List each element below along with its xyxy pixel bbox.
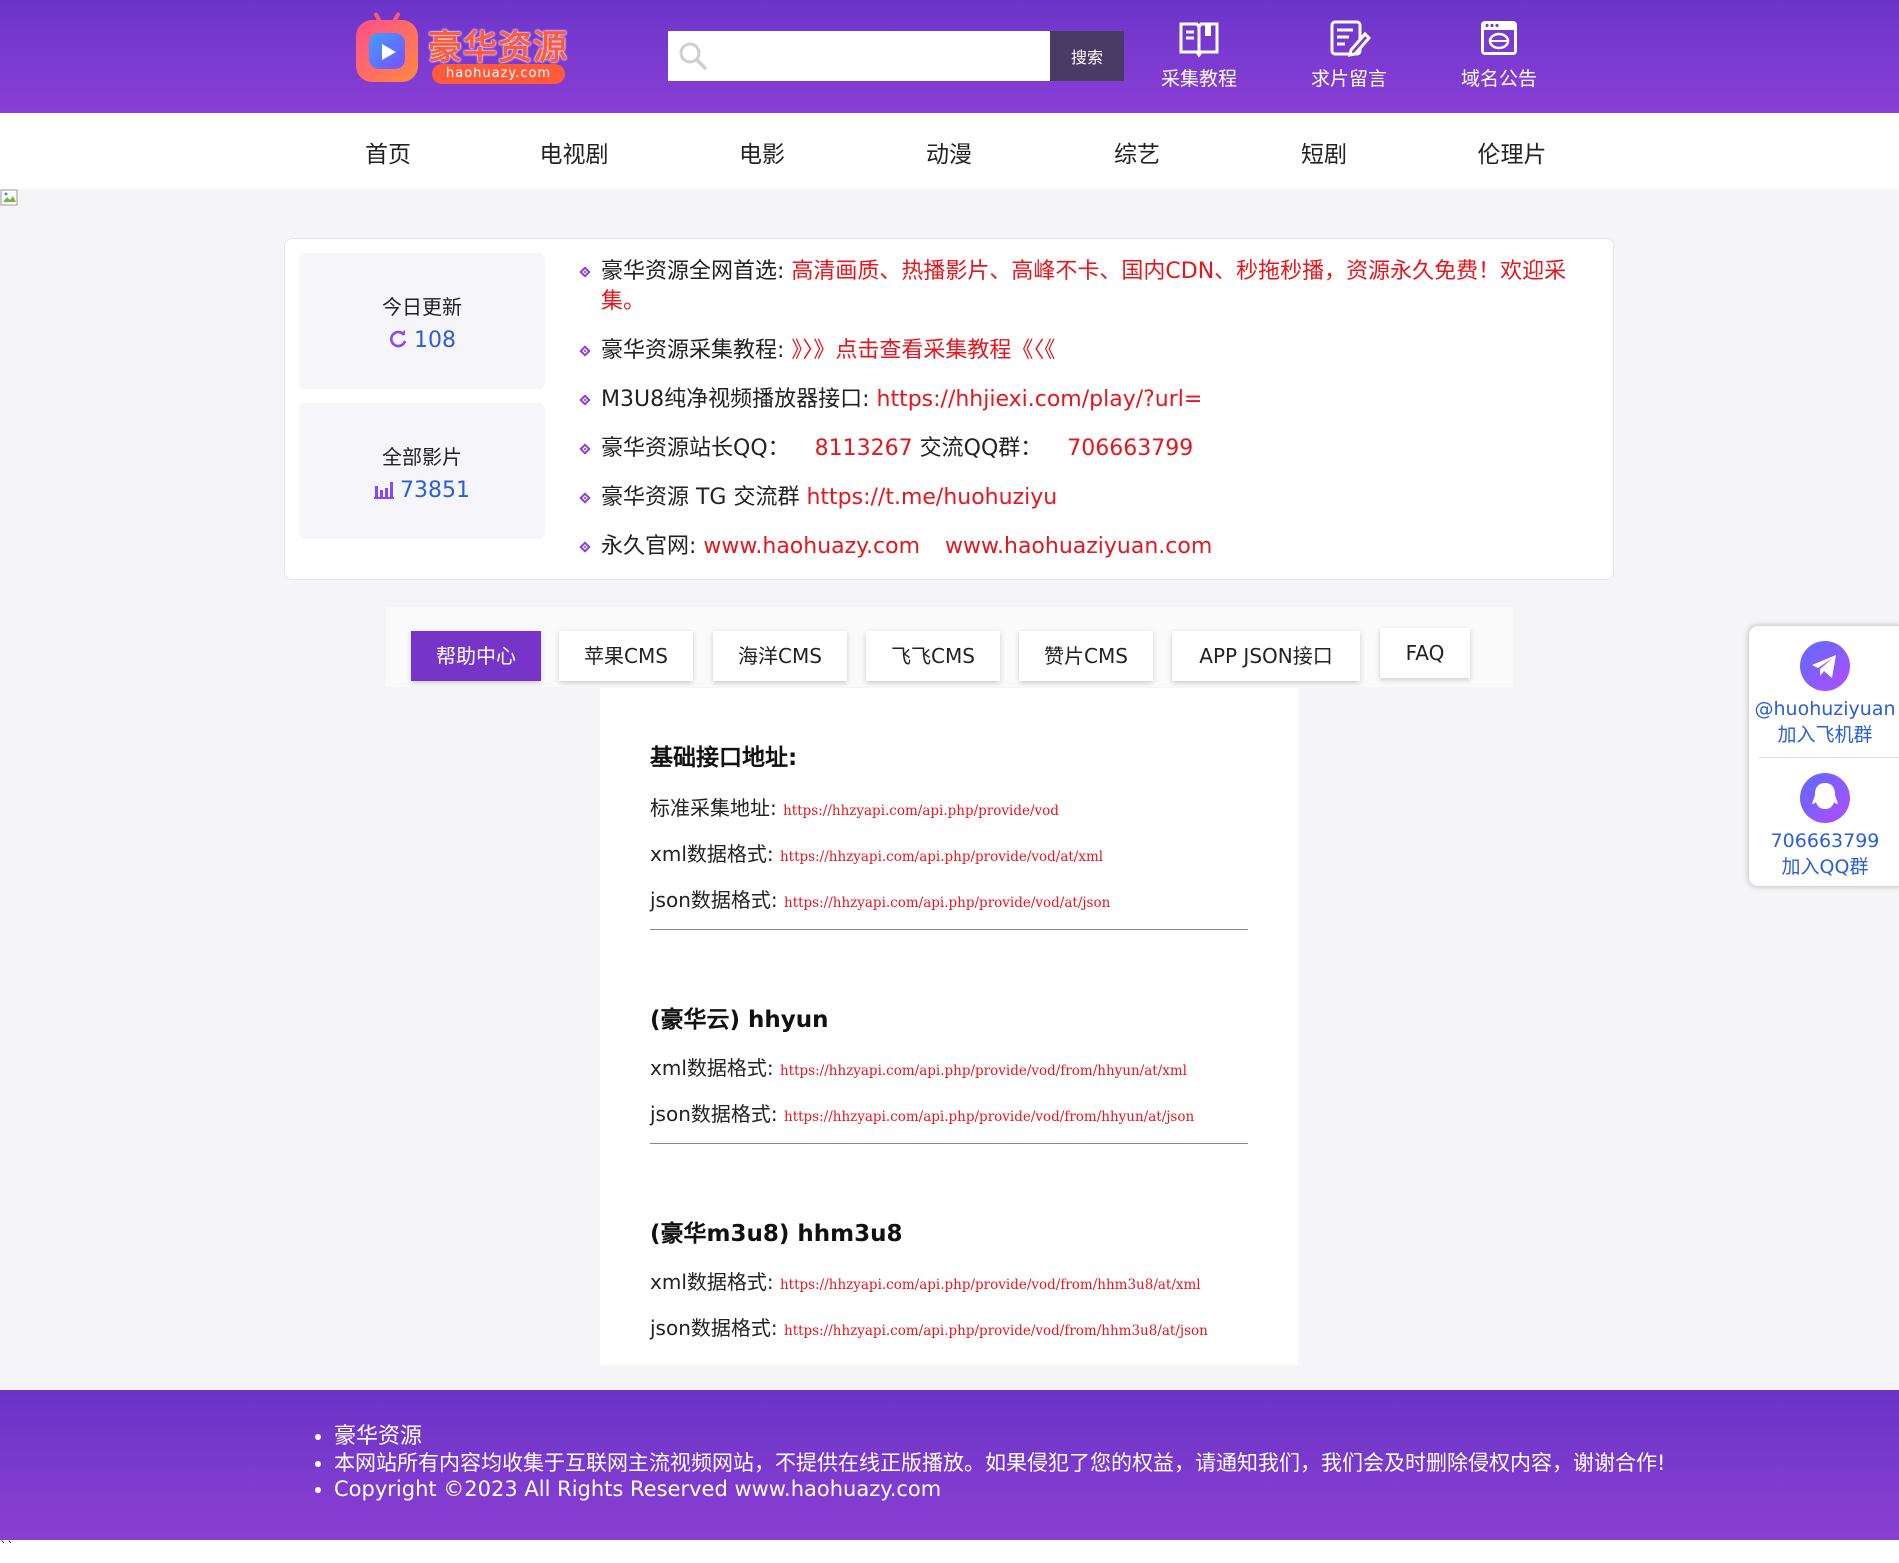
qq-group[interactable]: 706663799	[1067, 436, 1193, 461]
tab-ocean-cms[interactable]: 海洋CMS	[713, 631, 847, 681]
notice-item: 永久官网: www.haohuazy.com www.haohuaziyuan.…	[579, 532, 1599, 562]
stat-total: 全部影片 73851	[299, 403, 545, 539]
notice-item: 豪华资源采集教程: 》〉》点击查看采集教程《〈《	[579, 336, 1599, 366]
footer-list: 豪华资源 本网站所有内容均收集于互联网主流视频网站，不提供在线正版播放。如果侵犯…	[314, 1424, 1665, 1502]
logo-name: 豪华资源	[428, 28, 568, 68]
main-nav: 首页 电视剧 电影 动漫 综艺 短剧 伦理片	[0, 113, 1899, 189]
stat-label: 全部影片	[382, 445, 462, 469]
stat-label: 今日更新	[382, 295, 462, 319]
quick-link-request[interactable]: 求片留言	[1284, 18, 1414, 98]
api-row: xml数据格式: https://hhzyapi.com/api.php/pro…	[650, 1056, 1187, 1080]
edit-note-icon	[1330, 20, 1371, 57]
tab-feifei-cms[interactable]: 飞飞CMS	[866, 631, 1000, 681]
api-url[interactable]: https://hhzyapi.com/api.php/provide/vod	[783, 803, 1059, 819]
official-site-link[interactable]: www.haohuazy.com	[703, 534, 920, 559]
telegram-icon	[1800, 641, 1850, 691]
stat-value: 73851	[299, 478, 545, 503]
notice-item: 豪华资源站长QQ： 8113267 交流QQ群： 706663799	[579, 434, 1599, 464]
help-panel: 基础接口地址: 标准采集地址: https://hhzyapi.com/api.…	[600, 688, 1298, 1365]
tab-bar: 帮助中心 苹果CMS 海洋CMS 飞飞CMS 赞片CMS APP JSON接口 …	[386, 607, 1513, 687]
book-icon	[1179, 22, 1219, 58]
nav-item-home[interactable]: 首页	[318, 135, 458, 169]
quick-link-label: 求片留言	[1310, 68, 1387, 90]
api-url[interactable]: https://hhzyapi.com/api.php/provide/vod/…	[784, 1323, 1208, 1339]
api-url[interactable]: https://hhzyapi.com/api.php/provide/vod/…	[780, 1063, 1187, 1079]
notice-item: 豪华资源全网首选: 高清画质、热播影片、高峰不卡、国内CDN、秒拖秒播，资源永久…	[579, 257, 1599, 317]
nav-item-short[interactable]: 短剧	[1254, 135, 1394, 169]
quick-link-domain[interactable]: 域名公告	[1434, 18, 1564, 98]
diamond-bullet-icon	[579, 541, 591, 553]
tg-group-link[interactable]: https://t.me/huohuziyu	[806, 485, 1057, 510]
search-box: 搜索	[668, 31, 1124, 81]
api-row: 标准采集地址: https://hhzyapi.com/api.php/prov…	[650, 796, 1059, 820]
site-logo[interactable]: 豪华资源 haohuazy.com	[354, 11, 594, 90]
nav-item-anime[interactable]: 动漫	[879, 135, 1019, 169]
diamond-bullet-icon	[579, 345, 591, 357]
stat-today: 今日更新 108	[299, 253, 545, 389]
info-card: 今日更新 108 全部影片 73851 豪华资源全网首选: 高清画质、热播影片、…	[284, 238, 1614, 580]
diamond-bullet-icon	[579, 266, 591, 278]
api-url[interactable]: https://hhzyapi.com/api.php/provide/vod/…	[780, 849, 1103, 865]
contact-float: @huohuziyuan 加入飞机群 706663799 加入QQ群	[1748, 625, 1899, 887]
qq-group-link[interactable]: 706663799 加入QQ群	[1749, 772, 1899, 880]
bar-chart-icon	[374, 482, 394, 499]
tab-zanpian-cms[interactable]: 赞片CMS	[1019, 631, 1153, 681]
tab-apple-cms[interactable]: 苹果CMS	[559, 631, 693, 681]
quick-link-label: 采集教程	[1160, 68, 1237, 90]
notice-item: 豪华资源 TG 交流群 https://t.me/huohuziyu	[579, 483, 1599, 513]
api-url[interactable]: https://hhzyapi.com/api.php/provide/vod/…	[784, 1109, 1194, 1125]
nav-item-variety[interactable]: 综艺	[1067, 135, 1207, 169]
broken-image-icon	[0, 189, 18, 206]
diamond-bullet-icon	[579, 492, 591, 504]
nav-item-tv[interactable]: 电视剧	[504, 135, 644, 169]
tv-logo-icon	[356, 11, 418, 82]
browser-window-icon	[1481, 21, 1517, 55]
api-row: json数据格式: https://hhzyapi.com/api.php/pr…	[650, 1316, 1208, 1340]
diamond-bullet-icon	[579, 443, 591, 455]
admin-qq[interactable]: 8113267	[815, 436, 913, 461]
telegram-group-link[interactable]: @huohuziyuan 加入飞机群	[1749, 640, 1899, 748]
section-title: 基础接口地址:	[650, 745, 798, 771]
section-title: (豪华云) hhyun	[650, 1007, 829, 1033]
divider	[650, 929, 1248, 930]
logo-domain: haohuazy.com	[432, 64, 566, 84]
api-row: xml数据格式: https://hhzyapi.com/api.php/pro…	[650, 1270, 1201, 1294]
api-row: xml数据格式: https://hhzyapi.com/api.php/pro…	[650, 842, 1104, 866]
search-input[interactable]	[668, 31, 1050, 81]
tutorial-link[interactable]: 》〉》点击查看采集教程《〈《	[791, 338, 1055, 363]
divider	[1759, 757, 1899, 758]
tab-faq[interactable]: FAQ	[1380, 628, 1470, 678]
qq-icon	[1800, 773, 1850, 823]
official-site-link-2[interactable]: www.haohuaziyuan.com	[945, 534, 1212, 559]
page-tail-text: ``	[0, 1540, 1899, 1563]
api-row: json数据格式: https://hhzyapi.com/api.php/pr…	[650, 1102, 1195, 1126]
refresh-icon	[390, 330, 407, 348]
nav-item-ethics[interactable]: 伦理片	[1442, 135, 1582, 169]
search-button[interactable]: 搜索	[1050, 31, 1124, 81]
tab-app-json[interactable]: APP JSON接口	[1172, 631, 1360, 681]
footer-site-name: 豪华资源	[334, 1424, 1665, 1450]
player-api-link[interactable]: https://hhjiexi.com/play/?url=	[877, 387, 1203, 412]
search-icon	[679, 42, 707, 70]
notice-item: M3U8纯净视频播放器接口: https://hhjiexi.com/play/…	[579, 385, 1599, 415]
diamond-bullet-icon	[579, 394, 591, 406]
divider	[650, 1143, 1248, 1144]
api-url[interactable]: https://hhzyapi.com/api.php/provide/vod/…	[780, 1277, 1201, 1293]
tab-help-center[interactable]: 帮助中心	[411, 631, 541, 681]
quick-link-tutorial[interactable]: 采集教程	[1134, 18, 1264, 98]
site-header: 豪华资源 haohuazy.com 搜索 采集教程 求片留言 域名公告	[0, 0, 1899, 113]
api-url[interactable]: https://hhzyapi.com/api.php/provide/vod/…	[784, 895, 1110, 911]
quick-link-label: 域名公告	[1460, 68, 1537, 90]
notice-list: 豪华资源全网首选: 高清画质、热播影片、高峰不卡、国内CDN、秒拖秒播，资源永久…	[579, 257, 1599, 581]
section-title: (豪华m3u8) hhm3u8	[650, 1221, 903, 1247]
nav-item-movie[interactable]: 电影	[692, 135, 832, 169]
site-footer: 豪华资源 本网站所有内容均收集于互联网主流视频网站，不提供在线正版播放。如果侵犯…	[0, 1390, 1899, 1540]
footer-copyright: Copyright ©2023 All Rights Reserved www.…	[334, 1476, 1665, 1502]
stat-value: 108	[299, 328, 545, 353]
api-row: json数据格式: https://hhzyapi.com/api.php/pr…	[650, 888, 1111, 912]
footer-disclaimer: 本网站所有内容均收集于互联网主流视频网站，不提供在线正版播放。如果侵犯了您的权益…	[334, 1450, 1665, 1476]
